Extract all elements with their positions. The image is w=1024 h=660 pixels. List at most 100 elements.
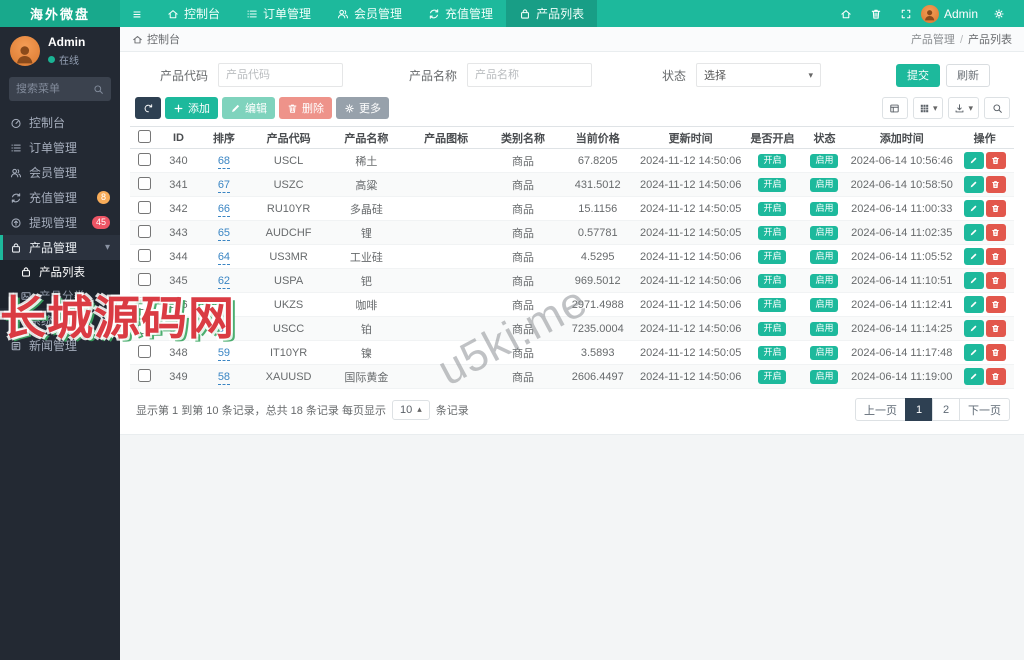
open-cell: 开启	[744, 172, 801, 197]
row-edit-button[interactable]	[963, 200, 984, 217]
table-search-button[interactable]	[984, 97, 1010, 119]
row-delete-button[interactable]	[985, 248, 1006, 265]
row-edit-button[interactable]	[963, 152, 984, 169]
row-checkbox[interactable]	[137, 224, 151, 238]
row-delete-button[interactable]	[985, 200, 1006, 217]
navbar-settings-button[interactable]	[984, 0, 1014, 27]
row-checkbox[interactable]	[137, 296, 151, 310]
sidebar-item-2[interactable]: 会员管理	[0, 160, 120, 185]
row-delete-button[interactable]	[985, 368, 1006, 385]
row-checkbox[interactable]	[137, 176, 151, 190]
row-edit-button[interactable]	[963, 320, 984, 337]
caret-down-icon: ▾	[968, 102, 973, 113]
sidebar-toggle-button[interactable]: ≡	[120, 0, 154, 27]
sort-editable-link[interactable]: 68	[217, 154, 231, 169]
sidebar-avatar[interactable]	[10, 36, 40, 66]
row-edit-button[interactable]	[963, 272, 984, 289]
row-delete-button[interactable]	[985, 152, 1006, 169]
row-checkbox[interactable]	[137, 344, 151, 358]
product-name-input[interactable]	[467, 63, 593, 87]
sort-editable-link[interactable]: 59	[217, 346, 231, 361]
sidebar-item-6[interactable]: 系统设置 ‹	[0, 308, 120, 333]
sort-editable-link[interactable]: 62	[217, 274, 231, 289]
table-refresh-button[interactable]	[135, 97, 161, 119]
navbar-username[interactable]: Admin	[944, 7, 978, 21]
prev-page-button[interactable]: 上一页	[855, 398, 906, 421]
next-page-button[interactable]: 下一页	[959, 398, 1010, 421]
sidebar-item-5[interactable]: 产品管理 ▾	[0, 235, 120, 260]
page-button-2[interactable]: 2	[932, 398, 960, 421]
person-icon	[12, 41, 38, 67]
sort-editable-link[interactable]: 66	[217, 202, 231, 217]
delete-button[interactable]: 删除	[279, 97, 332, 119]
row-delete-button[interactable]	[985, 344, 1006, 361]
breadcrumb-home[interactable]: 控制台	[147, 31, 180, 47]
row-checkbox[interactable]	[137, 152, 151, 166]
row-delete-button[interactable]	[985, 176, 1006, 193]
top-nav-item-4[interactable]: 产品列表	[506, 0, 598, 27]
sort-editable-link[interactable]: 65	[217, 226, 231, 241]
page-size-select[interactable]: 10 ▴	[391, 399, 430, 420]
row-edit-button[interactable]	[963, 176, 984, 193]
navbar-avatar[interactable]	[920, 4, 939, 23]
breadcrumb-section[interactable]: 产品管理	[911, 34, 955, 46]
select-all-checkbox[interactable]	[137, 129, 151, 143]
row-checkbox[interactable]	[137, 248, 151, 262]
sort-editable-link[interactable]: 58	[217, 370, 231, 385]
added-time: 2024-06-14 10:56:46	[848, 148, 956, 173]
sort-editable-link[interactable]: 64	[217, 250, 231, 265]
top-nav-item-1[interactable]: 订单管理	[233, 0, 324, 27]
status-select[interactable]: 选择 ▾	[696, 63, 822, 87]
trash-icon	[991, 324, 1000, 333]
sidebar-item-3[interactable]: 充值管理 8	[0, 185, 120, 210]
top-nav-item-3[interactable]: 充值管理	[415, 0, 506, 27]
fullscreen-button[interactable]	[891, 0, 921, 27]
product-code-input[interactable]	[218, 63, 344, 87]
top-nav-item-2[interactable]: 会员管理	[324, 0, 415, 27]
row-edit-button[interactable]	[963, 344, 984, 361]
row-delete-button[interactable]	[985, 296, 1006, 313]
submit-button[interactable]: 提交	[896, 63, 940, 87]
recharge-icon	[10, 192, 22, 204]
product-code: RU10YR	[249, 196, 328, 221]
row-edit-button[interactable]	[963, 296, 984, 313]
export-button[interactable]: ▾	[948, 97, 979, 119]
row-checkbox[interactable]	[137, 272, 151, 286]
sort-editable-link[interactable]: 67	[217, 178, 231, 193]
product-code: IT10YR	[249, 340, 328, 365]
category-name: 商品	[487, 316, 559, 341]
sort-editable-link[interactable]: 60	[217, 322, 231, 337]
sidebar-item-1[interactable]: 订单管理	[0, 135, 120, 160]
sort-editable-link[interactable]: 61	[217, 298, 231, 313]
columns-button[interactable]: ▾	[912, 97, 944, 119]
refresh-button[interactable]: 刷新	[946, 63, 990, 87]
home-shortcut-button[interactable]	[831, 0, 861, 27]
brand: 海外微盘	[0, 0, 120, 27]
row-checkbox[interactable]	[137, 320, 151, 334]
row-delete-button[interactable]	[985, 320, 1006, 337]
page-button-1[interactable]: 1	[905, 398, 933, 421]
row-delete-button[interactable]	[985, 272, 1006, 289]
profile-info: Admin 在线	[48, 35, 85, 67]
category-name: 商品	[487, 196, 559, 221]
row-delete-button[interactable]	[985, 224, 1006, 241]
more-button[interactable]: 更多	[336, 97, 389, 119]
menu-search-input[interactable]	[16, 83, 93, 95]
top-nav-item-0[interactable]: 控制台	[154, 0, 233, 27]
row-edit-button[interactable]	[963, 248, 984, 265]
edit-button[interactable]: 编辑	[222, 97, 275, 119]
row-checkbox[interactable]	[137, 200, 151, 214]
sidebar-subitem-1[interactable]: 产品分类	[0, 284, 120, 308]
sidebar-subitem-0[interactable]: 产品列表	[0, 260, 120, 284]
card-view-button[interactable]	[881, 97, 908, 119]
sidebar-item-4[interactable]: 提现管理 45	[0, 210, 120, 235]
hamburger-icon: ≡	[132, 5, 142, 22]
sidebar-item-0[interactable]: 控制台	[0, 110, 120, 135]
row-checkbox[interactable]	[137, 368, 151, 382]
add-button[interactable]: 添加	[165, 97, 218, 119]
row-actions	[955, 268, 1014, 293]
sidebar-item-7[interactable]: 新闻管理	[0, 333, 120, 358]
row-edit-button[interactable]	[963, 224, 984, 241]
row-edit-button[interactable]	[963, 368, 984, 385]
clear-cache-button[interactable]	[861, 0, 891, 27]
